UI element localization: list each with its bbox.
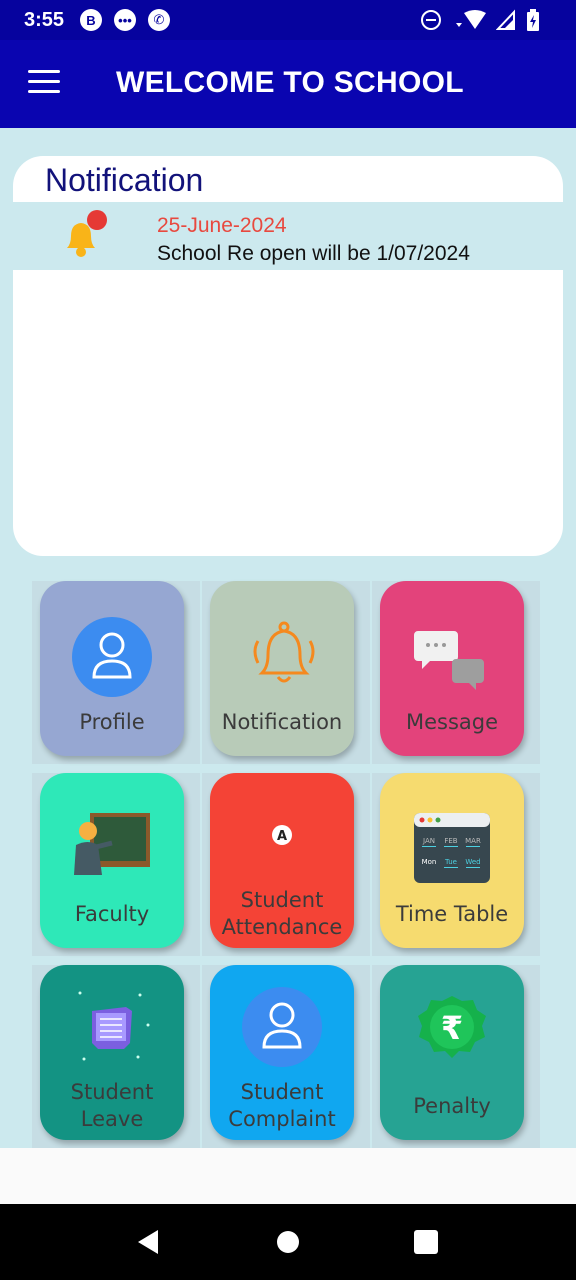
back-icon[interactable] [134, 1228, 162, 1256]
status-bar: 3:55 B ••• ✆ [0, 0, 576, 40]
penalty-label: Penalty [413, 1094, 491, 1118]
notification-card: Notification 25-June-2024 School Re open… [13, 156, 563, 556]
chat-icon: ••• [114, 9, 136, 31]
day-3: Wed [465, 858, 480, 866]
day-2: Tue [444, 858, 457, 866]
bell-outline-icon [253, 621, 315, 683]
time-table-label: Time Table [395, 902, 509, 926]
bottom-spacer [0, 1148, 576, 1204]
svg-text:₹: ₹ [441, 1009, 463, 1047]
bell-icon [57, 210, 109, 262]
chat-bubbles-icon [414, 631, 484, 690]
profile-tile[interactable]: Profile [40, 581, 184, 756]
profile-label: Profile [79, 710, 145, 734]
hamburger-menu-icon[interactable] [28, 70, 60, 96]
user-icon [242, 987, 322, 1067]
message-tile[interactable]: Message [380, 581, 524, 756]
student-complaint-label-2: Complaint [228, 1107, 336, 1131]
month-2: FEB [444, 837, 457, 845]
calendar-icon: JAN FEB MAR Mon Tue Wed [414, 813, 490, 883]
signal-icon [496, 9, 515, 30]
app-title: WELCOME TO SCHOOL [116, 66, 464, 99]
rupee-badge-icon: ₹ [418, 996, 486, 1058]
time-table-tile[interactable]: JAN FEB MAR Mon Tue Wed Time Table [380, 773, 524, 948]
system-nav-bar [0, 1204, 576, 1280]
app-bar: WELCOME TO SCHOOL [0, 40, 576, 128]
b-badge-icon: B [80, 9, 102, 31]
student-leave-label-2: Leave [80, 1107, 144, 1131]
status-time: 3:55 [24, 9, 65, 31]
home-icon[interactable] [274, 1228, 302, 1256]
day-1: Mon [422, 858, 437, 866]
notification-date: 25-June-2024 [157, 214, 287, 237]
notification-heading: Notification [45, 162, 204, 198]
student-complaint-tile[interactable]: Student Complaint [210, 965, 354, 1140]
attendance-letter: A [277, 829, 287, 844]
penalty-tile[interactable]: ₹ Penalty [380, 965, 524, 1140]
notification-tile[interactable]: Notification [210, 581, 354, 756]
notification-label: Notification [221, 710, 343, 734]
battery-icon [527, 9, 539, 31]
notification-list-item[interactable]: 25-June-2024 School Re open will be 1/07… [13, 202, 563, 270]
student-attendance-tile[interactable]: A Student Attendance [210, 773, 354, 948]
attendance-icon: A [272, 825, 292, 845]
viber-icon: ✆ [148, 9, 170, 31]
student-attendance-label-2: Attendance [221, 915, 343, 939]
month-1: JAN [422, 837, 435, 845]
user-icon [72, 617, 152, 697]
message-label: Message [405, 710, 499, 734]
dnd-icon [421, 10, 441, 30]
leave-document-icon [78, 991, 150, 1061]
student-complaint-label-1: Student [240, 1080, 324, 1104]
student-leave-label-1: Student [70, 1080, 154, 1104]
student-attendance-label-1: Student [240, 888, 324, 912]
notification-text: School Re open will be 1/07/2024 [157, 242, 470, 265]
faculty-tile[interactable]: Faculty [40, 773, 184, 948]
teacher-board-icon [74, 813, 150, 875]
month-3: MAR [465, 837, 481, 845]
faculty-label: Faculty [74, 902, 150, 926]
wifi-icon [456, 10, 486, 29]
recents-icon[interactable] [412, 1228, 440, 1256]
student-leave-tile[interactable]: Student Leave [40, 965, 184, 1140]
